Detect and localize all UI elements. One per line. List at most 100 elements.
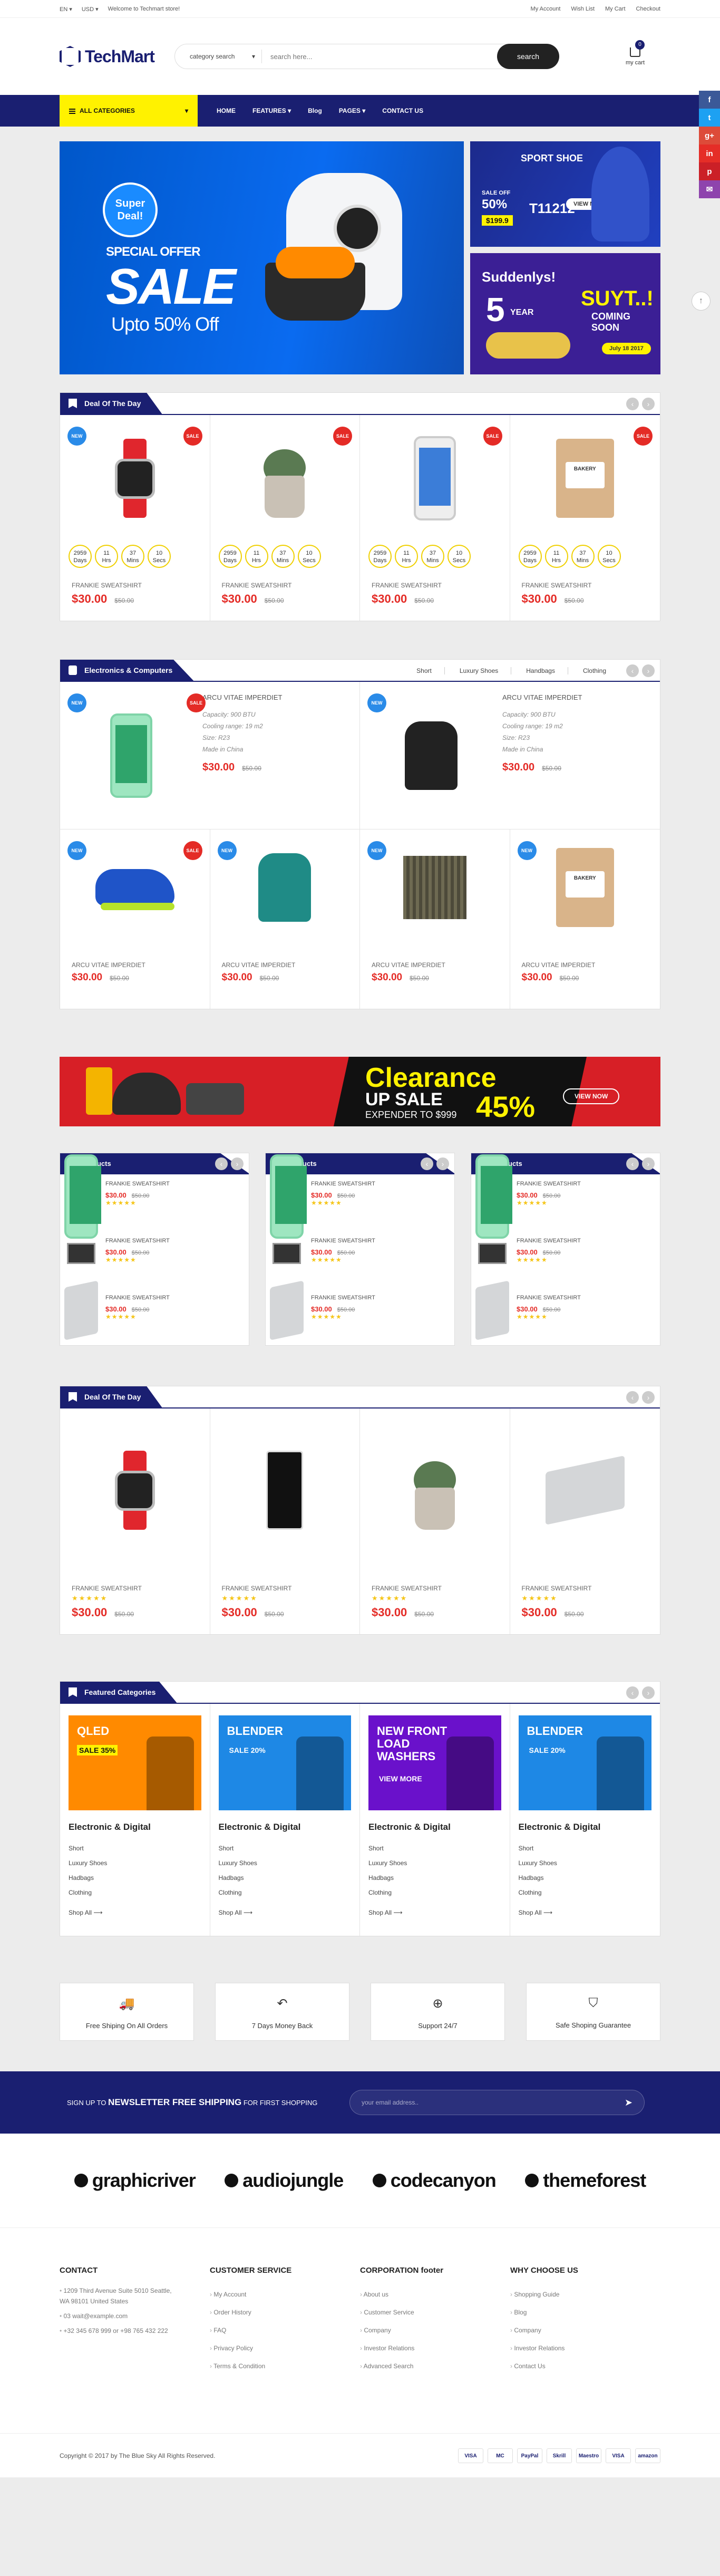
category-link[interactable]: Luxury Shoes <box>219 1856 352 1870</box>
prev-arrow-button[interactable]: ‹ <box>626 1391 639 1404</box>
shop-all-link[interactable]: Shop All ⟶ <box>219 1905 352 1920</box>
footer-link[interactable]: Order History <box>210 2303 360 2321</box>
category-link[interactable]: Hadbags <box>219 1870 352 1885</box>
brand-logo[interactable]: graphicriver <box>74 2169 196 2192</box>
product-name[interactable]: FRANKIE SWEATSHIRT <box>510 1585 660 1592</box>
list-item[interactable]: FRANKIE SWEATSHIRT $30.00 $50.00 ★★★★★ <box>60 1154 249 1239</box>
prev-arrow-button[interactable]: ‹ <box>626 398 639 410</box>
category-link[interactable]: Short <box>69 1841 201 1856</box>
footer-link[interactable]: Contact Us <box>510 2357 660 2375</box>
brand-logo[interactable]: themeforest <box>525 2169 646 2192</box>
product-name[interactable]: FRANKIE SWEATSHIRT <box>60 1585 210 1592</box>
newsletter-email-input[interactable]: your email address.. ➤ <box>349 2090 645 2115</box>
all-categories-button[interactable]: ALL CATEGORIES ▾ <box>60 95 198 127</box>
pinterest-icon[interactable]: p <box>699 162 720 180</box>
product-name[interactable]: FRANKIE SWEATSHIRT <box>105 1295 170 1301</box>
category-banner[interactable]: BLENDER SALE 20% <box>218 1715 351 1810</box>
footer-link[interactable]: Terms & Condition <box>210 2357 360 2375</box>
tab-luxury-shoes[interactable]: Luxury Shoes <box>460 667 512 674</box>
list-item[interactable]: FRANKIE SWEATSHIRT $30.00 $50.00 ★★★★★ <box>266 1280 454 1345</box>
search-button[interactable]: search <box>497 44 559 69</box>
category-link[interactable]: Hadbags <box>69 1870 201 1885</box>
my-account-link[interactable]: My Account <box>531 6 561 12</box>
send-icon[interactable]: ➤ <box>625 2097 633 2108</box>
footer-link[interactable]: Customer Service <box>360 2303 510 2321</box>
footer-link[interactable]: My Account <box>210 2285 360 2303</box>
view-now-button[interactable]: VIEW NOW <box>563 1088 620 1104</box>
product-name[interactable]: FRANKIE SWEATSHIRT <box>311 1238 375 1244</box>
footer-link[interactable]: Company <box>360 2321 510 2339</box>
category-banner[interactable]: NEW FRONT LOAD WASHERS VIEW MORE <box>368 1715 501 1810</box>
category-banner[interactable]: QLED SALE 35% <box>69 1715 201 1810</box>
footer-link[interactable]: Shopping Guide <box>510 2285 660 2303</box>
product-card[interactable]: NEW ARCU VITAE IMPERDIET $30.00 $50.00 <box>360 829 510 1009</box>
facebook-icon[interactable]: f <box>699 91 720 109</box>
category-link[interactable]: Hadbags <box>368 1870 501 1885</box>
product-name[interactable]: ARCU VITAE IMPERDIET <box>502 693 582 701</box>
next-arrow-button[interactable]: › <box>642 1686 655 1699</box>
product-name[interactable]: FRANKIE SWEATSHIRT <box>311 1295 375 1301</box>
product-name[interactable]: FRANKIE SWEATSHIRT <box>517 1181 581 1187</box>
category-link[interactable]: Short <box>519 1841 652 1856</box>
footer-link[interactable]: Advanced Search <box>360 2357 510 2375</box>
product-card[interactable]: NEW SALE 2959 Days 11 Hrs 37 Mins 10 Secs FRANKIE … <box>60 415 210 621</box>
tab-clothing[interactable]: Clothing <box>583 667 619 674</box>
prev-arrow-button[interactable]: ‹ <box>215 1157 228 1170</box>
coming-soon-banner[interactable]: Suddenlys! 5 YEAR SUYT..! COMING SOON Ju… <box>470 253 660 374</box>
product-card[interactable]: FRANKIE SWEATSHIRT ★★★★★ $30.00 $50.00 <box>60 1408 210 1634</box>
category-title[interactable]: Electronic & Digital <box>219 1822 352 1832</box>
product-card[interactable]: SALE 2959 Days 11 Hrs 37 Mins 10 Secs FRANKIE SWE… <box>210 415 360 621</box>
next-arrow-button[interactable]: › <box>642 1391 655 1404</box>
search-input[interactable] <box>262 52 497 61</box>
category-title[interactable]: Electronic & Digital <box>368 1822 501 1832</box>
prev-arrow-button[interactable]: ‹ <box>421 1157 433 1170</box>
product-name[interactable]: FRANKIE SWEATSHIRT <box>210 582 360 589</box>
tab-short[interactable]: Short <box>416 667 445 674</box>
category-link[interactable]: Hadbags <box>519 1870 652 1885</box>
category-link[interactable]: Clothing <box>69 1885 201 1900</box>
email-icon[interactable]: ✉ <box>699 180 720 198</box>
category-link[interactable]: Clothing <box>519 1885 652 1900</box>
product-name[interactable]: FRANKIE SWEATSHIRT <box>510 582 660 589</box>
shop-all-link[interactable]: Shop All ⟶ <box>519 1905 652 1920</box>
next-arrow-button[interactable]: › <box>436 1157 449 1170</box>
twitter-icon[interactable]: t <box>699 109 720 127</box>
clearance-banner[interactable]: Clearance UP SALE 45% EXPENDER TO $999 V… <box>60 1057 660 1126</box>
product-name[interactable]: FRANKIE SWEATSHIRT <box>60 582 210 589</box>
list-item[interactable]: FRANKIE SWEATSHIRT $30.00 $50.00 ★★★★★ <box>266 1231 454 1288</box>
product-card[interactable]: NEW SALE ARCU VITAE IMPERDIET $30.00 $50.00 <box>60 829 210 1009</box>
product-card[interactable]: NEW ARCU VITAE IMPERDIET $30.00 $50.00 <box>210 829 360 1009</box>
nav-pages[interactable]: PAGES ▾ <box>339 107 365 114</box>
hero-main-banner[interactable]: Super Deal! SPECIAL OFFER SALE Upto 50% … <box>60 141 464 374</box>
my-cart-link[interactable]: My Cart <box>605 6 626 12</box>
list-item[interactable]: FRANKIE SWEATSHIRT $30.00 $50.00 ★★★★★ <box>60 1280 249 1345</box>
brand-logo[interactable]: codecanyon <box>372 2169 497 2192</box>
google-plus-icon[interactable]: g+ <box>699 127 720 144</box>
wish-list-link[interactable]: Wish List <box>571 6 595 12</box>
product-card[interactable]: SALE BAKERY 2959 Days 11 Hrs 37 Mins 10 Secs FRANK… <box>510 415 660 621</box>
prev-arrow-button[interactable]: ‹ <box>626 1157 639 1170</box>
category-link[interactable]: Luxury Shoes <box>519 1856 652 1870</box>
next-arrow-button[interactable]: › <box>642 1157 655 1170</box>
product-card[interactable]: FRANKIE SWEATSHIRT ★★★★★ $30.00 $50.00 <box>210 1408 360 1634</box>
footer-link[interactable]: Investor Relations <box>510 2339 660 2357</box>
product-name[interactable]: FRANKIE SWEATSHIRT <box>360 582 510 589</box>
category-link[interactable]: Luxury Shoes <box>69 1856 201 1870</box>
product-card[interactable]: FRANKIE SWEATSHIRT ★★★★★ $30.00 $50.00 <box>360 1408 510 1634</box>
footer-link[interactable]: Privacy Policy <box>210 2339 360 2357</box>
next-arrow-button[interactable]: › <box>642 398 655 410</box>
tab-handbags[interactable]: Handbags <box>526 667 568 674</box>
product-name[interactable]: FRANKIE SWEATSHIRT <box>311 1181 375 1187</box>
category-title[interactable]: Electronic & Digital <box>519 1822 652 1832</box>
category-title[interactable]: Electronic & Digital <box>69 1822 201 1832</box>
list-item[interactable]: FRANKIE SWEATSHIRT $30.00 $50.00 ★★★★★ <box>471 1231 660 1288</box>
list-item[interactable]: FRANKIE SWEATSHIRT $30.00 $50.00 ★★★★★ <box>471 1154 660 1239</box>
product-name[interactable]: ARCU VITAE IMPERDIET <box>510 961 660 969</box>
product-name[interactable]: ARCU VITAE IMPERDIET <box>60 961 210 969</box>
scroll-top-button[interactable]: ↑ <box>692 292 711 311</box>
product-name[interactable]: FRANKIE SWEATSHIRT <box>105 1238 170 1244</box>
prev-arrow-button[interactable]: ‹ <box>626 1686 639 1699</box>
footer-link[interactable]: FAQ <box>210 2321 360 2339</box>
footer-link[interactable]: Company <box>510 2321 660 2339</box>
footer-link[interactable]: About us <box>360 2285 510 2303</box>
